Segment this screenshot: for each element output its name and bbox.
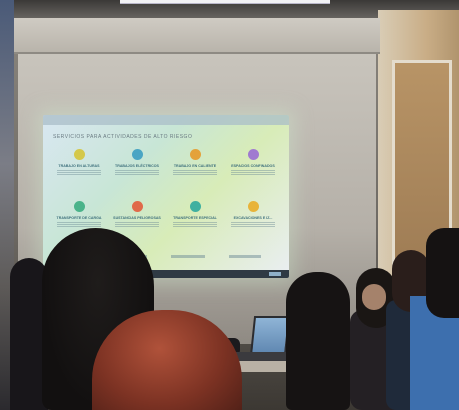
classroom-photo: SERVICIOS PARA ACTIVIDADES DE ALTO RIESG… — [0, 0, 459, 410]
service-label: ESPACIOS CONFINADOS — [231, 164, 275, 168]
service-label: TRANSPORTE ESPECIAL — [173, 216, 217, 220]
service-tile: TRABAJO EN ALTURAS — [51, 149, 107, 193]
service-icon — [131, 149, 143, 160]
service-description — [115, 170, 159, 175]
service-label: TRABAJOS ELÉCTRICOS — [115, 164, 159, 168]
service-icon — [189, 149, 201, 160]
service-icon — [189, 201, 201, 212]
service-tile: ESPACIOS CONFINADOS — [225, 149, 281, 193]
service-description — [231, 222, 275, 227]
service-description — [231, 170, 275, 175]
service-description — [57, 222, 101, 227]
audience-member — [286, 272, 350, 410]
service-description — [115, 222, 159, 227]
taskbar-clock — [269, 272, 281, 276]
slide-browser-bar — [43, 115, 289, 125]
service-description — [173, 170, 217, 175]
service-icon — [247, 201, 259, 212]
service-icon — [73, 201, 85, 212]
service-description — [57, 170, 101, 175]
service-label: TRABAJO EN ALTURAS — [58, 164, 100, 168]
service-label: TRABAJO EN CALIENTE — [173, 164, 217, 168]
service-label: SUSTANCIAS PELIGROSAS — [113, 216, 161, 220]
audience-member-face — [362, 284, 386, 310]
service-label: EXCAVACIONES E IZ... — [233, 216, 273, 220]
slide-heading: SERVICIOS PARA ACTIVIDADES DE ALTO RIESG… — [53, 134, 193, 140]
video-call-top-bar — [120, 0, 330, 4]
audience-member — [426, 228, 459, 318]
service-tile: TRABAJOS ELÉCTRICOS — [109, 149, 165, 193]
service-tile: EXCAVACIONES E IZ... — [225, 201, 281, 245]
projector-screen-housing — [14, 18, 380, 54]
service-tile: TRABAJO EN CALIENTE — [167, 149, 223, 193]
footer-link — [171, 255, 205, 258]
footer-link — [229, 255, 261, 258]
service-tile: TRANSPORTE ESPECIAL — [167, 201, 223, 245]
service-description — [173, 222, 217, 227]
laptop-screen — [249, 316, 291, 356]
service-icon — [131, 201, 143, 212]
service-icon — [73, 149, 85, 160]
service-icon — [247, 149, 259, 160]
service-label: TRANSPORTE DE CARGA — [56, 216, 102, 220]
